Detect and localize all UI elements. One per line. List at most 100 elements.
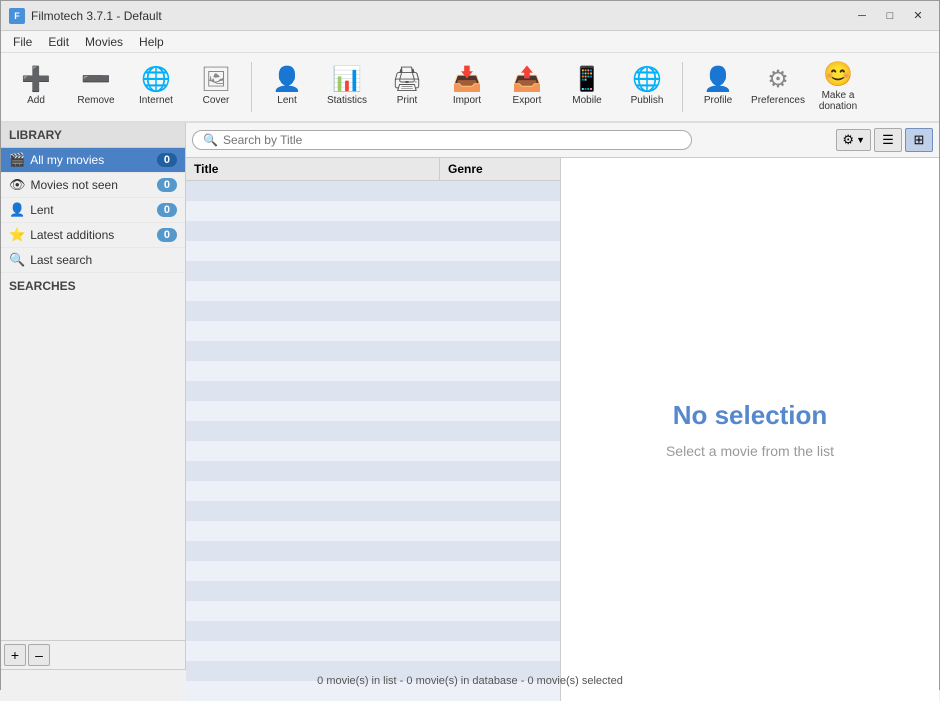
remove-button[interactable]: ➖Remove	[67, 57, 125, 117]
lend-button[interactable]: 👤Lent	[258, 57, 316, 117]
sidebar-bottom: + –	[1, 640, 185, 669]
publish-icon: 🌐	[632, 68, 662, 92]
table-row[interactable]	[186, 361, 560, 381]
table-row[interactable]	[186, 381, 560, 401]
row-genre	[440, 321, 560, 341]
table-row[interactable]	[186, 321, 560, 341]
row-genre	[440, 381, 560, 401]
row-genre	[440, 621, 560, 641]
main-area: LIBRARY 🎬All my movies0👁Movies not seen0…	[1, 123, 939, 669]
table-row[interactable]	[186, 281, 560, 301]
table-row[interactable]	[186, 641, 560, 661]
row-title	[186, 281, 440, 301]
row-genre	[440, 421, 560, 441]
row-genre	[440, 541, 560, 561]
table-row[interactable]	[186, 221, 560, 241]
table-row[interactable]	[186, 181, 560, 201]
menu-item-help[interactable]: Help	[131, 33, 172, 51]
row-title	[186, 561, 440, 581]
sidebar-item-lent[interactable]: 👤Lent0	[1, 198, 185, 223]
window-controls: ─ □ ✕	[849, 7, 931, 25]
sidebar-item-latest-additions[interactable]: ⭐Latest additions0	[1, 223, 185, 248]
table-row[interactable]	[186, 201, 560, 221]
remove-label: Remove	[77, 95, 114, 106]
toolbar-separator	[682, 62, 683, 112]
detail-panel: No selection Select a movie from the lis…	[561, 158, 939, 701]
latest-additions-badge: 0	[157, 228, 177, 242]
search-settings: ⚙ ▼ ☰ ⊞	[836, 128, 933, 152]
menubar: FileEditMoviesHelp	[1, 31, 939, 53]
table-row[interactable]	[186, 261, 560, 281]
import-button[interactable]: 📥Import	[438, 57, 496, 117]
row-title	[186, 241, 440, 261]
table-row[interactable]	[186, 341, 560, 361]
row-title	[186, 581, 440, 601]
mobile-label: Mobile	[572, 95, 601, 106]
table-row[interactable]	[186, 401, 560, 421]
table-row[interactable]	[186, 561, 560, 581]
row-genre	[440, 261, 560, 281]
table-row[interactable]	[186, 581, 560, 601]
table-row[interactable]	[186, 461, 560, 481]
no-selection-subtitle: Select a movie from the list	[666, 443, 834, 459]
minimize-button[interactable]: ─	[849, 7, 875, 25]
profile-label: Profile	[704, 95, 732, 106]
add-library-button[interactable]: +	[4, 644, 26, 666]
menu-item-movies[interactable]: Movies	[77, 33, 131, 51]
close-button[interactable]: ✕	[905, 7, 931, 25]
table-row[interactable]	[186, 521, 560, 541]
row-genre	[440, 521, 560, 541]
donate-button[interactable]: 😊Make a donation	[809, 57, 867, 117]
cover-icon: 🖼	[201, 68, 231, 92]
sidebar-item-last-search[interactable]: 🔍Last search	[1, 248, 185, 273]
list-rows[interactable]	[186, 181, 560, 701]
row-genre	[440, 281, 560, 301]
table-row[interactable]	[186, 301, 560, 321]
row-title	[186, 641, 440, 661]
table-row[interactable]	[186, 601, 560, 621]
list-view-button[interactable]: ☰	[874, 128, 902, 152]
statistics-button[interactable]: 📊Statistics	[318, 57, 376, 117]
publish-button[interactable]: 🌐 Publish	[618, 57, 676, 117]
table-row[interactable]	[186, 541, 560, 561]
grid-view-button[interactable]: ⊞	[905, 128, 933, 152]
add-label: Add	[27, 95, 45, 106]
table-row[interactable]	[186, 241, 560, 261]
menu-item-file[interactable]: File	[5, 33, 40, 51]
search-input[interactable]	[223, 133, 681, 147]
menu-item-edit[interactable]: Edit	[40, 33, 77, 51]
search-box: 🔍	[192, 130, 692, 150]
row-genre	[440, 601, 560, 621]
table-row[interactable]	[186, 621, 560, 641]
sidebar: LIBRARY 🎬All my movies0👁Movies not seen0…	[1, 123, 186, 669]
search-settings-button[interactable]: ⚙ ▼	[836, 129, 871, 151]
row-genre	[440, 441, 560, 461]
print-label: Print	[397, 95, 418, 106]
content-area: 🔍 ⚙ ▼ ☰ ⊞ Title Gen	[186, 123, 939, 669]
row-title	[186, 181, 440, 201]
table-row[interactable]	[186, 421, 560, 441]
internet-button[interactable]: 🌐Internet	[127, 57, 185, 117]
sidebar-items: 🎬All my movies0👁Movies not seen0👤Lent0⭐L…	[1, 148, 185, 273]
no-selection-title: No selection	[673, 400, 828, 431]
table-row[interactable]	[186, 481, 560, 501]
sidebar-item-movies-not-seen[interactable]: 👁Movies not seen0	[1, 173, 185, 198]
row-title	[186, 461, 440, 481]
mobile-button[interactable]: 📱Mobile	[558, 57, 616, 117]
table-row[interactable]	[186, 441, 560, 461]
sidebar-item-all-my-movies[interactable]: 🎬All my movies0	[1, 148, 185, 173]
toolbar-separator	[251, 62, 252, 112]
export-button[interactable]: 📤Export	[498, 57, 556, 117]
preferences-button[interactable]: ⚙Preferences	[749, 57, 807, 117]
table-row[interactable]	[186, 501, 560, 521]
last-search-icon: 🔍	[9, 252, 25, 268]
add-button[interactable]: ➕Add	[7, 57, 65, 117]
print-button[interactable]: 🖨Print	[378, 57, 436, 117]
row-title	[186, 341, 440, 361]
profile-button[interactable]: 👤Profile	[689, 57, 747, 117]
remove-library-button[interactable]: –	[28, 644, 50, 666]
row-genre	[440, 501, 560, 521]
maximize-button[interactable]: □	[877, 7, 903, 25]
cover-button[interactable]: 🖼Cover	[187, 57, 245, 117]
publish-label: Publish	[631, 95, 664, 106]
